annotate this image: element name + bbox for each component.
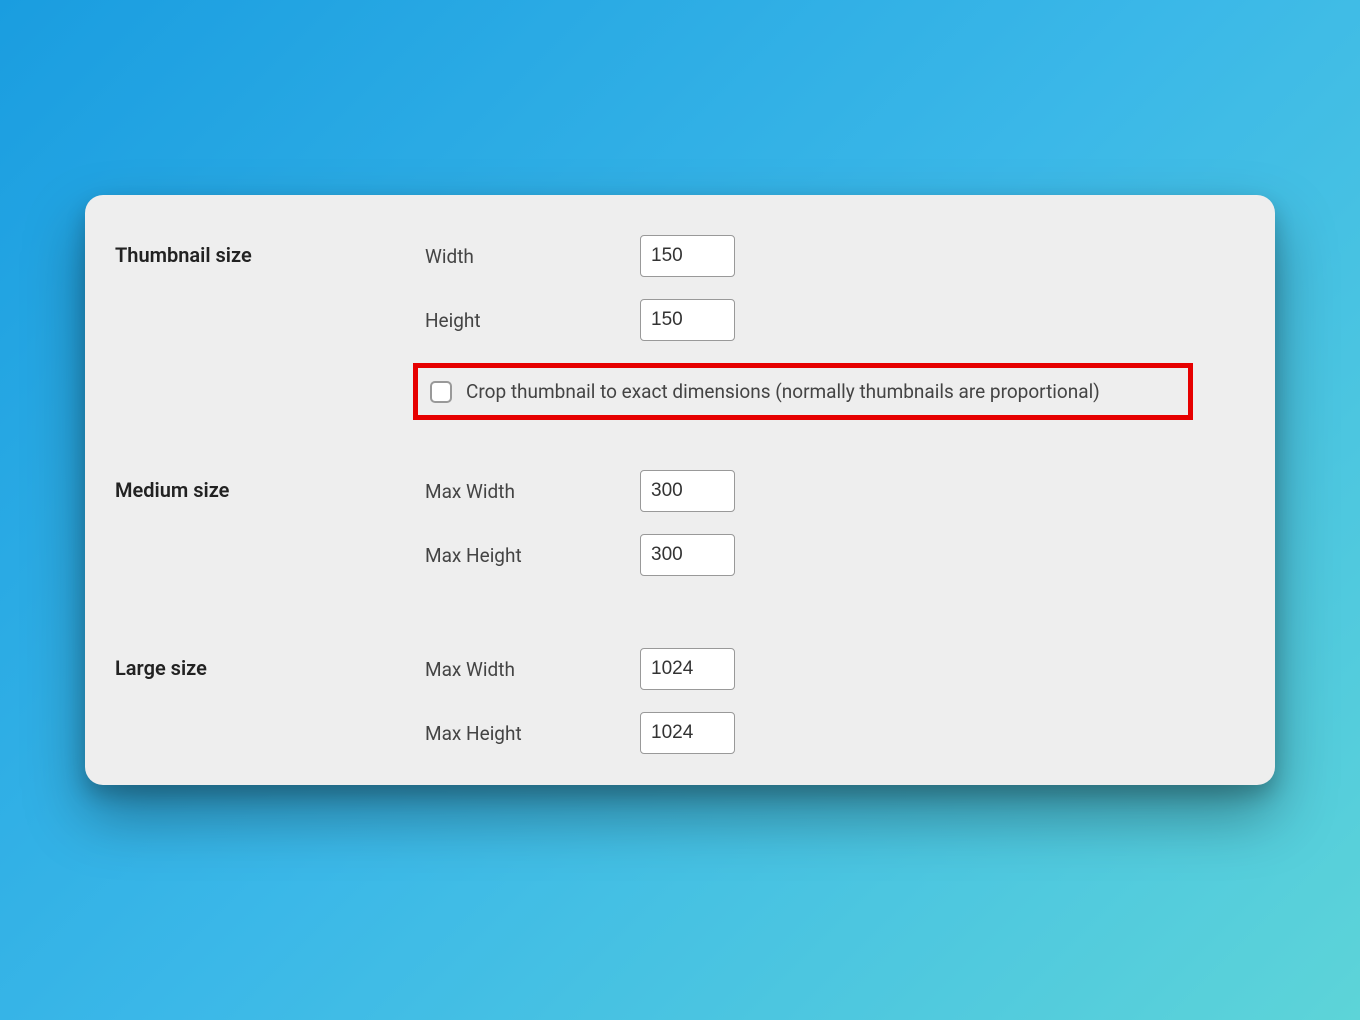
large-section-label: Large size — [115, 648, 425, 680]
crop-thumbnail-highlight: Crop thumbnail to exact dimensions (norm… — [413, 363, 1193, 420]
settings-panel: Thumbnail size Width Height Crop thumbna… — [85, 195, 1275, 785]
large-max-height-label: Max Height — [425, 722, 640, 745]
medium-section-label: Medium size — [115, 470, 425, 502]
crop-thumbnail-label: Crop thumbnail to exact dimensions (norm… — [466, 380, 1100, 403]
medium-max-height-input[interactable] — [640, 534, 735, 576]
medium-max-width-input[interactable] — [640, 470, 735, 512]
thumbnail-section-label: Thumbnail size — [115, 235, 425, 267]
thumbnail-height-input[interactable] — [640, 299, 735, 341]
large-max-width-label: Max Width — [425, 658, 640, 681]
large-max-height-row: Max Height — [425, 712, 1245, 754]
large-max-width-input[interactable] — [640, 648, 735, 690]
thumbnail-fields: Width Height Crop thumbnail to exact dim… — [425, 235, 1245, 420]
medium-max-width-label: Max Width — [425, 480, 640, 503]
large-max-width-row: Max Width — [425, 648, 1245, 690]
thumbnail-height-row: Height — [425, 299, 1245, 341]
thumbnail-width-input[interactable] — [640, 235, 735, 277]
medium-max-height-label: Max Height — [425, 544, 640, 567]
large-fields: Max Width Max Height — [425, 648, 1245, 776]
thumbnail-width-label: Width — [425, 245, 640, 268]
medium-fields: Max Width Max Height — [425, 470, 1245, 598]
crop-thumbnail-checkbox[interactable] — [430, 381, 452, 403]
large-section: Large size Max Width Max Height — [115, 648, 1245, 776]
thumbnail-width-row: Width — [425, 235, 1245, 277]
medium-section: Medium size Max Width Max Height — [115, 470, 1245, 598]
medium-max-height-row: Max Height — [425, 534, 1245, 576]
medium-max-width-row: Max Width — [425, 470, 1245, 512]
large-max-height-input[interactable] — [640, 712, 735, 754]
thumbnail-section: Thumbnail size Width Height Crop thumbna… — [115, 235, 1245, 420]
thumbnail-height-label: Height — [425, 309, 640, 332]
